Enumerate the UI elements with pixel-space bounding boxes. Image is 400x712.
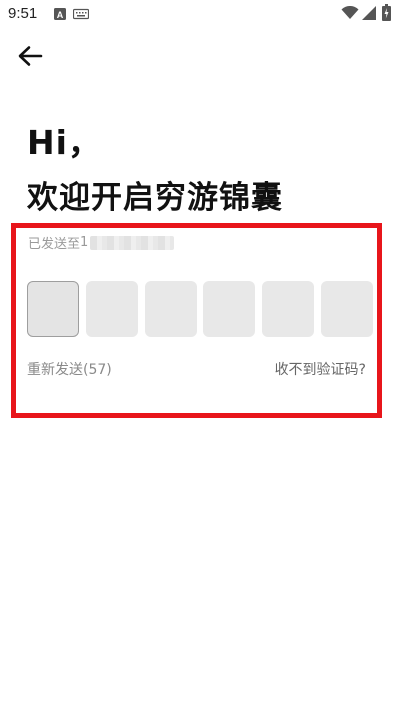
code-digit-box[interactable] <box>85 281 138 337</box>
keyboard-icon <box>72 7 90 25</box>
no-code-link[interactable]: 收不到验证码? <box>275 359 366 379</box>
arrow-left-icon <box>17 45 43 71</box>
signal-icon <box>362 6 376 25</box>
resend-countdown[interactable]: 重新发送(57) <box>27 359 112 379</box>
greeting-title: Hi， <box>27 123 102 162</box>
masked-phone-number <box>90 235 175 250</box>
sent-to-info: 已发送至 1 <box>28 233 175 252</box>
a-badge-icon: A <box>54 7 66 25</box>
sent-to-label: 已发送至 <box>28 237 81 252</box>
greeting-subtitle: 欢迎开启穷游锦囊 <box>27 180 283 216</box>
back-button[interactable] <box>12 42 48 74</box>
code-digit-box[interactable] <box>262 281 315 337</box>
battery-icon <box>382 4 391 26</box>
code-digit-box[interactable] <box>144 281 197 337</box>
status-time: 9:51 <box>8 5 38 22</box>
code-digit-box[interactable] <box>203 281 256 337</box>
svg-text:A: A <box>57 10 64 20</box>
wifi-icon <box>341 5 359 25</box>
status-bar: 9:51 A <box>0 0 400 28</box>
verification-code-input[interactable] <box>27 281 373 338</box>
code-digit-box[interactable] <box>27 281 79 337</box>
phone-prefix: 1 <box>80 235 89 250</box>
code-digit-box[interactable] <box>320 281 373 337</box>
